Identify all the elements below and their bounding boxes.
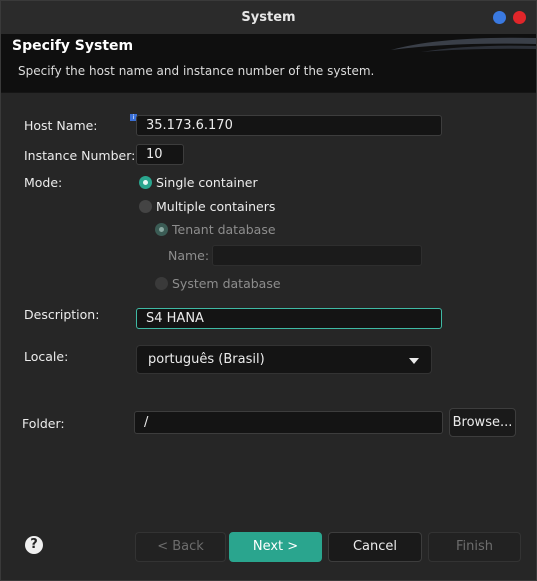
wizard-content: Host Name: i Instance Number: Mode: Sing… — [1, 92, 536, 580]
locale-selected-value: português (Brasil) — [148, 352, 265, 367]
chevron-down-icon — [409, 358, 419, 364]
maximize-button[interactable] — [493, 11, 506, 24]
host-name-label: Host Name: — [24, 118, 98, 133]
divider — [1, 92, 536, 93]
system-database-label: System database — [172, 276, 281, 291]
tenant-database-label: Tenant database — [172, 222, 276, 237]
folder-label: Folder: — [22, 416, 65, 431]
window-title: System — [241, 10, 296, 25]
wizard-banner: Specify System Specify the host name and… — [1, 34, 536, 92]
next-button[interactable]: Next > — [229, 532, 322, 562]
cancel-button[interactable]: Cancel — [328, 532, 422, 562]
description-input[interactable] — [136, 308, 442, 329]
instance-number-input[interactable] — [136, 144, 184, 165]
system-dialog: System Specify System Specify the host n… — [0, 0, 537, 581]
tenant-name-label: Name: — [168, 248, 210, 263]
host-name-input[interactable] — [136, 115, 442, 136]
locale-dropdown[interactable]: português (Brasil) — [136, 345, 432, 374]
single-container-label[interactable]: Single container — [156, 175, 258, 190]
instance-number-label: Instance Number: — [24, 148, 136, 163]
banner-decoration — [391, 37, 536, 52]
page-title: Specify System — [12, 38, 134, 54]
finish-button[interactable]: Finish — [428, 532, 521, 562]
page-subtitle: Specify the host name and instance numbe… — [18, 64, 375, 78]
help-icon[interactable]: ? — [25, 536, 43, 554]
browse-button[interactable]: Browse... — [449, 408, 516, 437]
multiple-containers-radio[interactable] — [139, 200, 152, 213]
tenant-database-radio[interactable] — [155, 223, 168, 236]
mode-label: Mode: — [24, 175, 63, 190]
multiple-containers-label[interactable]: Multiple containers — [156, 199, 275, 214]
tenant-name-input[interactable] — [212, 245, 422, 266]
title-bar: System — [1, 1, 536, 34]
system-database-radio[interactable] — [155, 277, 168, 290]
single-container-radio[interactable] — [139, 176, 152, 189]
back-button[interactable]: < Back — [135, 532, 226, 562]
locale-label: Locale: — [24, 349, 69, 364]
folder-input[interactable] — [134, 411, 443, 434]
description-label: Description: — [24, 307, 100, 322]
close-button[interactable] — [513, 11, 526, 24]
